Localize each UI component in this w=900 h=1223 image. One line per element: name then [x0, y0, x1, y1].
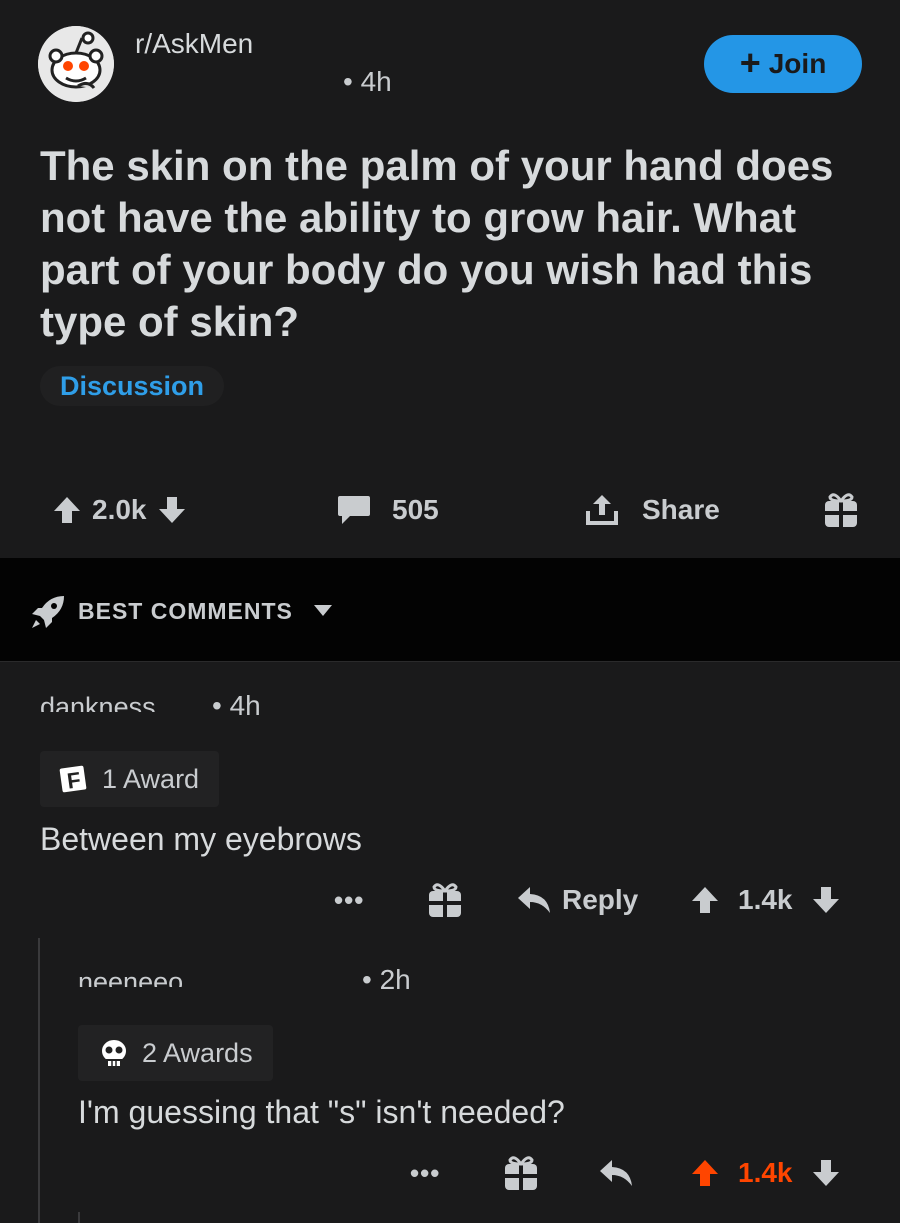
downvote-icon[interactable] — [157, 495, 187, 525]
comment-body: I'm guessing that "s" isn't needed? — [78, 1094, 565, 1130]
comment-time: • 4h — [212, 690, 261, 721]
join-button[interactable]: + Join — [704, 35, 862, 93]
more-options-button[interactable]: ••• — [334, 875, 364, 925]
give-award-button[interactable] — [822, 485, 860, 535]
downvote-icon[interactable] — [811, 885, 841, 915]
gift-icon — [825, 493, 857, 527]
reply-icon — [600, 1160, 632, 1186]
post-score: 2.0k — [92, 494, 147, 525]
reply-button[interactable] — [598, 1148, 634, 1198]
vote-group: 2.0k — [52, 485, 187, 535]
comment-count: 505 — [392, 494, 439, 525]
sort-label: BEST COMMENTS — [78, 598, 293, 624]
subreddit-avatar[interactable] — [38, 26, 114, 102]
reddit-avatar-icon — [38, 26, 114, 102]
downvote-icon[interactable] — [811, 1158, 841, 1188]
more-label: ••• — [334, 884, 365, 915]
award-count: 1 Award — [102, 763, 200, 794]
share-icon — [586, 495, 618, 525]
more-label: ••• — [410, 1157, 441, 1188]
plus-icon: + — [739, 41, 761, 83]
thread-line[interactable] — [78, 1212, 80, 1223]
rocket-icon — [32, 596, 64, 628]
share-label: Share — [642, 494, 720, 525]
award-icon: F — [58, 763, 89, 795]
skull-award-icon — [100, 1038, 128, 1068]
comments-button[interactable]: 505 — [336, 485, 439, 535]
comment-time: • 2h — [362, 964, 411, 995]
post-action-bar: 2.0k 505 Share — [0, 485, 900, 535]
share-button[interactable]: Share — [584, 485, 720, 535]
reply-label: Reply — [562, 884, 639, 915]
comment-sort-bar[interactable]: BEST COMMENTS — [0, 558, 900, 662]
join-label: Join — [768, 48, 827, 79]
post-time: • 4h — [343, 66, 392, 97]
award-badge[interactable]: F 1 Award — [40, 751, 220, 807]
more-options-button[interactable]: ••• — [410, 1148, 440, 1198]
post-flair[interactable]: Discussion — [40, 366, 225, 406]
comment-body: Between my eyebrows — [40, 821, 362, 857]
upvote-icon[interactable] — [52, 495, 82, 525]
chevron-down-icon — [314, 605, 332, 616]
comment-vote-group: 1.4k — [690, 875, 841, 925]
comment-author[interactable]: dankness — [40, 692, 156, 712]
post-title[interactable]: The skin on the palm of your hand does n… — [40, 140, 870, 348]
comment-score: 1.4k — [738, 884, 793, 915]
subreddit-name[interactable]: r/AskMen — [135, 28, 253, 60]
give-award-button[interactable] — [502, 1148, 540, 1198]
comments-section — [0, 663, 900, 1223]
gift-icon — [505, 1156, 537, 1190]
reply-button[interactable]: Reply — [516, 875, 638, 925]
upvote-icon-active[interactable] — [690, 1158, 720, 1188]
comment-action-bar: ••• 1.4k — [0, 1148, 900, 1198]
gift-icon — [429, 883, 461, 917]
upvote-icon[interactable] — [690, 885, 720, 915]
comment-action-bar: ••• Reply 1.4k — [0, 875, 900, 925]
post-card: r/AskMen • 4h + Join The skin on the pal… — [0, 0, 900, 558]
comment-vote-group: 1.4k — [690, 1148, 841, 1198]
give-award-button[interactable] — [426, 875, 464, 925]
comment-score: 1.4k — [738, 1157, 793, 1188]
comment-author[interactable]: neeneeo — [78, 967, 183, 987]
reply-icon — [518, 887, 550, 913]
award-badge[interactable]: 2 Awards — [78, 1025, 273, 1081]
award-count: 2 Awards — [142, 1037, 253, 1068]
comment-icon — [338, 496, 370, 524]
